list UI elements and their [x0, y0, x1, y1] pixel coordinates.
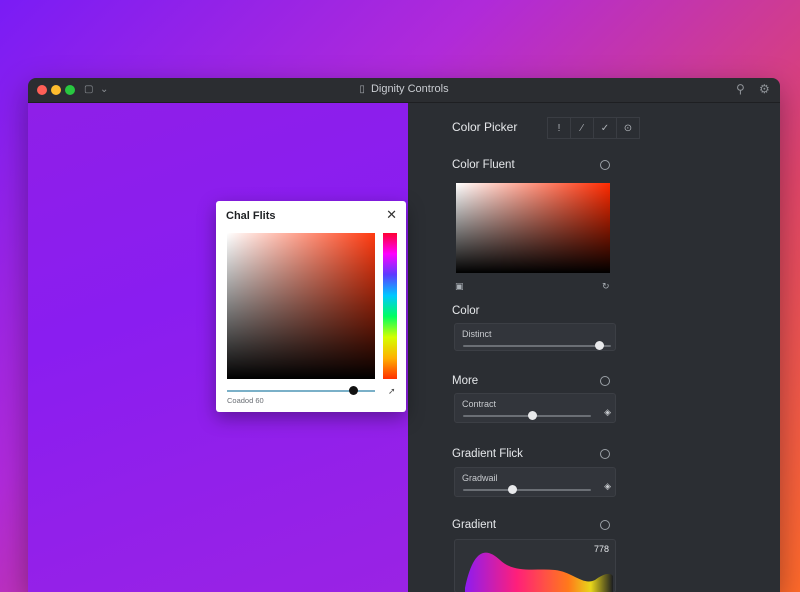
info-tool-icon[interactable]: !: [547, 117, 571, 139]
gradient-readout: 778: [593, 544, 609, 554]
section-title-gradient: Gradient: [452, 519, 497, 531]
color-dialog: Chal Flits ✕ ➚ Coadod 60: [216, 201, 406, 412]
slider-label: Distinct: [462, 329, 492, 339]
color-panel: Color Picker ! ∕ ✓ ⊙ Color Fluent ▣ ↻ Co…: [408, 103, 780, 592]
slider-label: Gradwail: [462, 473, 498, 483]
gear-icon[interactable]: [600, 160, 610, 170]
section-title-more: More: [452, 375, 479, 387]
dialog-slider-thumb[interactable]: [348, 386, 358, 395]
gear-icon[interactable]: [600, 449, 610, 459]
gear-icon[interactable]: [600, 376, 610, 386]
slider-thumb[interactable]: [528, 411, 538, 420]
target-tool-icon[interactable]: ⊙: [616, 117, 640, 139]
settings-icon[interactable]: ⚙: [759, 82, 770, 96]
slider-card-contract: Contract ◈: [454, 393, 616, 423]
section-title-color: Color: [452, 305, 480, 317]
window-title: ▯ Dignity Controls: [359, 83, 449, 95]
pen-tool-icon[interactable]: ∕: [570, 117, 594, 139]
close-icon[interactable]: ✕: [386, 207, 397, 223]
hue-strip[interactable]: [383, 233, 397, 379]
slider-card-gradwail: Gradwail ◈: [454, 467, 616, 497]
slider-thumb[interactable]: [595, 341, 605, 350]
check-tool-icon[interactable]: ✓: [593, 117, 617, 139]
slider-track[interactable]: [463, 345, 611, 347]
document-icon: ▯: [359, 84, 365, 95]
section-title-color-fluent: Color Fluent: [452, 159, 515, 171]
panel-toolbar: ! ∕ ✓ ⊙: [547, 117, 640, 139]
swatch-icon[interactable]: ▣: [455, 281, 464, 292]
gradient-preview-card[interactable]: 778: [454, 539, 616, 592]
panel-title: Color Picker: [452, 120, 518, 134]
diamond-icon[interactable]: ◈: [604, 407, 611, 418]
slider-thumb[interactable]: [507, 485, 517, 494]
search-icon[interactable]: ⚲: [736, 82, 745, 96]
eyedropper-icon[interactable]: ➚: [388, 386, 396, 397]
refresh-icon[interactable]: ↻: [602, 281, 610, 292]
dialog-saturation-picker[interactable]: [227, 233, 375, 379]
diamond-icon[interactable]: ◈: [604, 481, 611, 492]
gradient-curve: [465, 552, 613, 592]
slider-label: Contract: [462, 399, 497, 409]
gear-icon[interactable]: [600, 520, 610, 530]
title-bar: ▢ ⌄ ▯ Dignity Controls ⚲ ⚙: [28, 78, 780, 103]
saturation-picker[interactable]: [456, 183, 610, 273]
slider-track[interactable]: [463, 415, 591, 417]
slider-card-distinct: Distinct: [454, 323, 616, 351]
section-title-gradient-flick: Gradient Flick: [452, 448, 523, 460]
slider-track[interactable]: [463, 489, 591, 491]
dialog-value-label: Coadod 60: [227, 396, 264, 405]
dialog-title: Chal Flits: [226, 210, 276, 222]
